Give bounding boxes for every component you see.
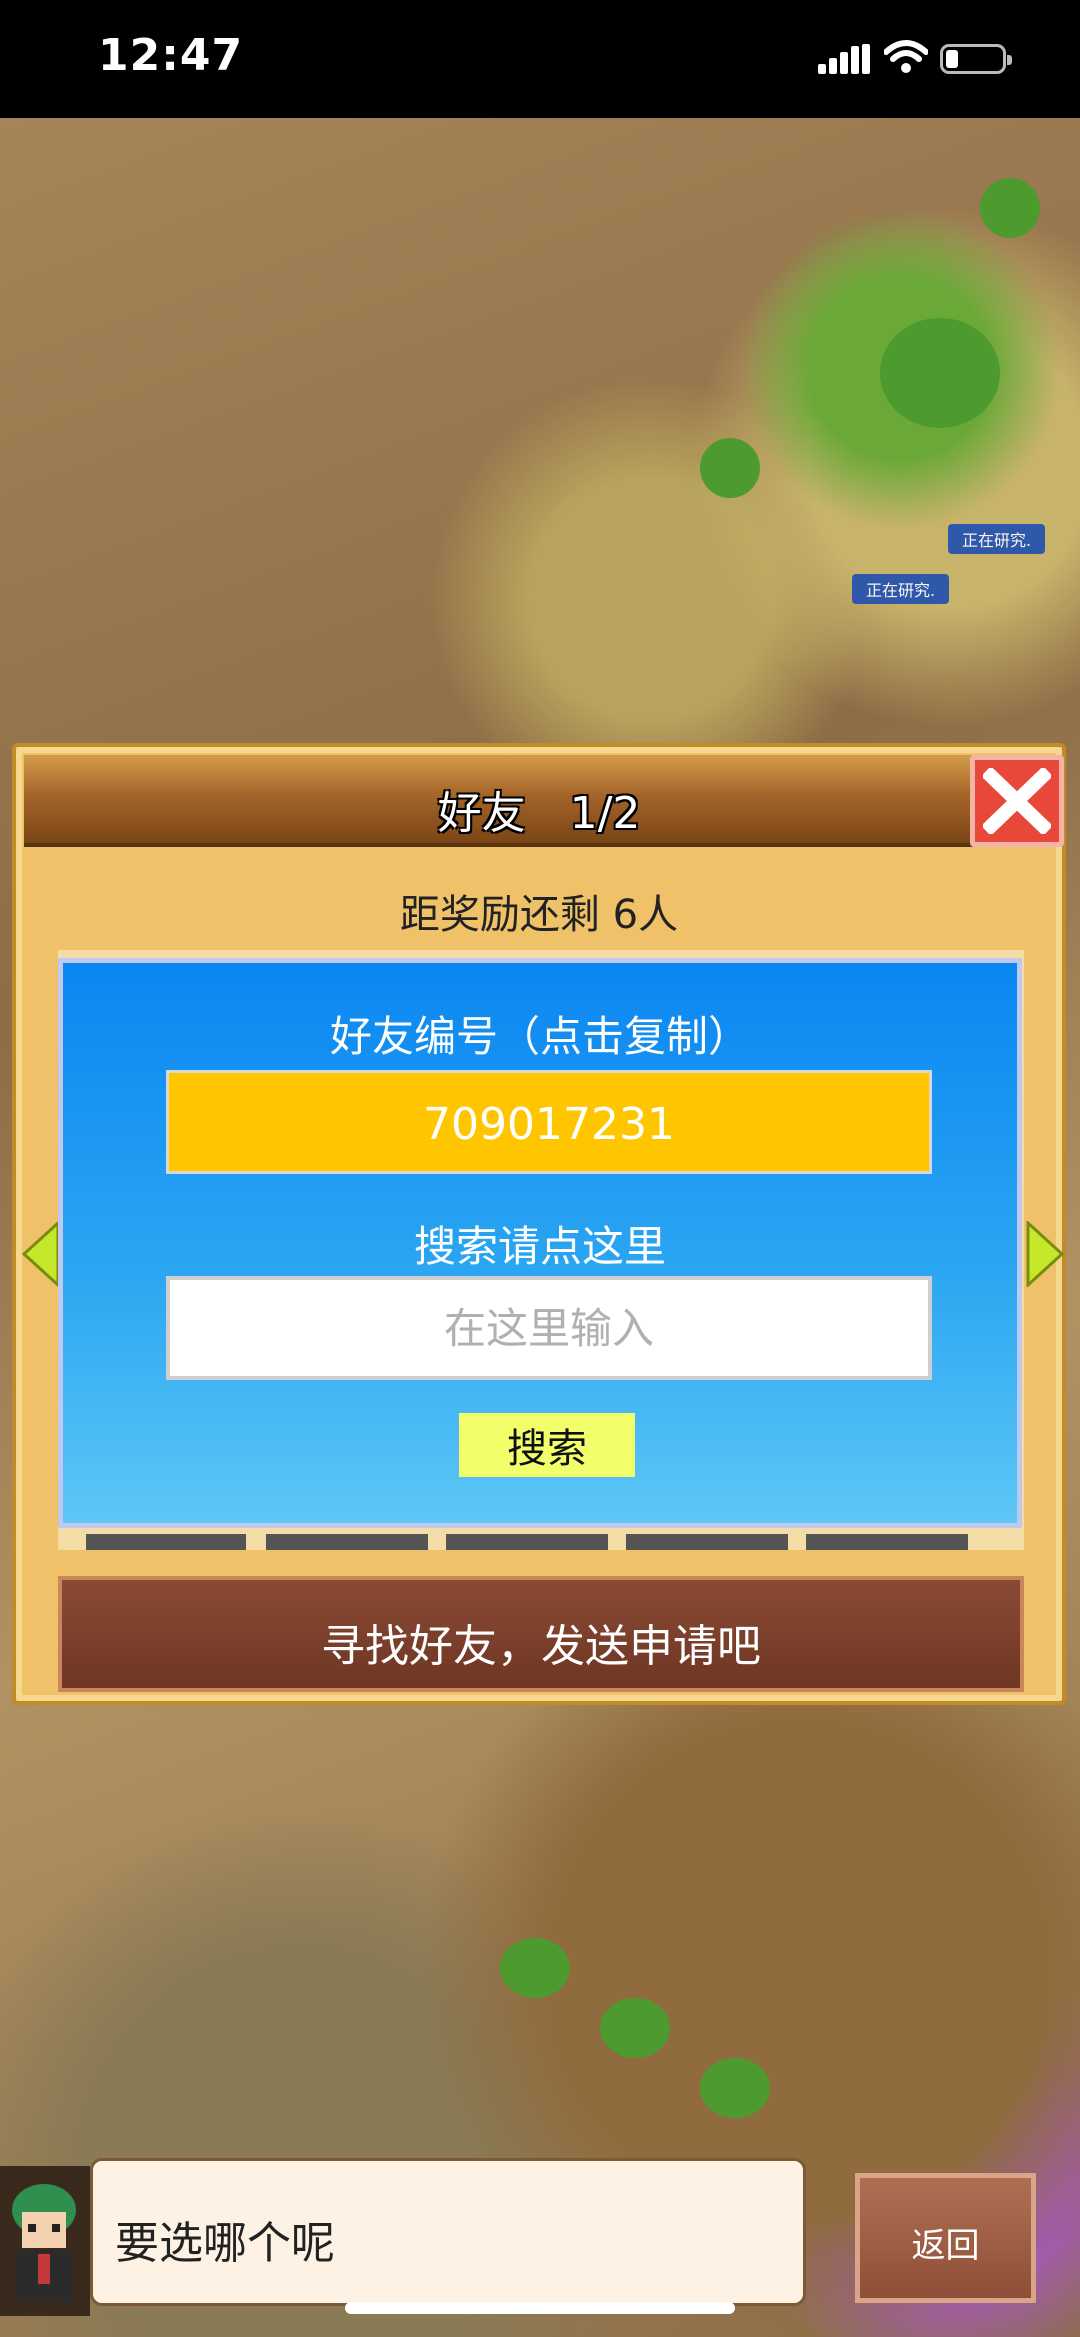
panel-title: 好友 1/2 bbox=[437, 788, 641, 839]
next-page-arrow-icon[interactable] bbox=[1026, 1221, 1066, 1287]
previous-page-arrow-icon[interactable] bbox=[20, 1221, 60, 1287]
back-button[interactable]: 返回 bbox=[855, 2173, 1036, 2303]
panel-header: 好友 1/2 bbox=[24, 755, 1054, 847]
close-icon bbox=[983, 768, 1051, 834]
search-button[interactable]: 搜索 bbox=[459, 1413, 635, 1477]
speech-bubble: 要选哪个呢 bbox=[90, 2158, 806, 2306]
back-button-label: 返回 bbox=[911, 2226, 980, 2266]
research-tag: 正在研究. bbox=[948, 524, 1046, 554]
research-tag: 正在研究. bbox=[852, 574, 950, 604]
friend-slot[interactable] bbox=[626, 1534, 788, 1550]
friend-id-label: 好友编号（点击复制） bbox=[329, 1012, 750, 1061]
speech-text: 要选哪个呢 bbox=[115, 2218, 335, 2269]
close-button[interactable] bbox=[970, 755, 1064, 847]
search-label: 搜索请点这里 bbox=[413, 1222, 666, 1271]
cellular-signal-icon bbox=[818, 44, 870, 74]
find-friends-label: 寻找好友，发送申请吧 bbox=[321, 1621, 761, 1672]
wifi-icon bbox=[884, 40, 928, 73]
battery-icon bbox=[940, 44, 1012, 74]
friend-slot[interactable] bbox=[266, 1534, 428, 1550]
friend-slot[interactable] bbox=[86, 1534, 246, 1550]
friend-slot[interactable] bbox=[446, 1534, 608, 1550]
home-indicator[interactable] bbox=[345, 2302, 735, 2314]
find-friends-button[interactable]: 寻找好友，发送申请吧 bbox=[58, 1576, 1024, 1692]
friend-slot[interactable] bbox=[806, 1534, 968, 1550]
character-avatar-icon bbox=[0, 2166, 90, 2316]
status-bar: 12:47 bbox=[0, 0, 1080, 118]
friend-search-input[interactable] bbox=[166, 1276, 932, 1380]
friend-id-value: 709017231 bbox=[423, 1099, 675, 1150]
friend-id-copy-box[interactable]: 709017231 bbox=[166, 1070, 932, 1174]
friend-id-dialog: 好友编号（点击复制） 709017231 搜索请点这里 搜索 bbox=[58, 958, 1022, 1528]
reward-progress-text: 距奖励还剩 6人 bbox=[399, 892, 679, 938]
clock: 12:47 bbox=[98, 30, 244, 81]
